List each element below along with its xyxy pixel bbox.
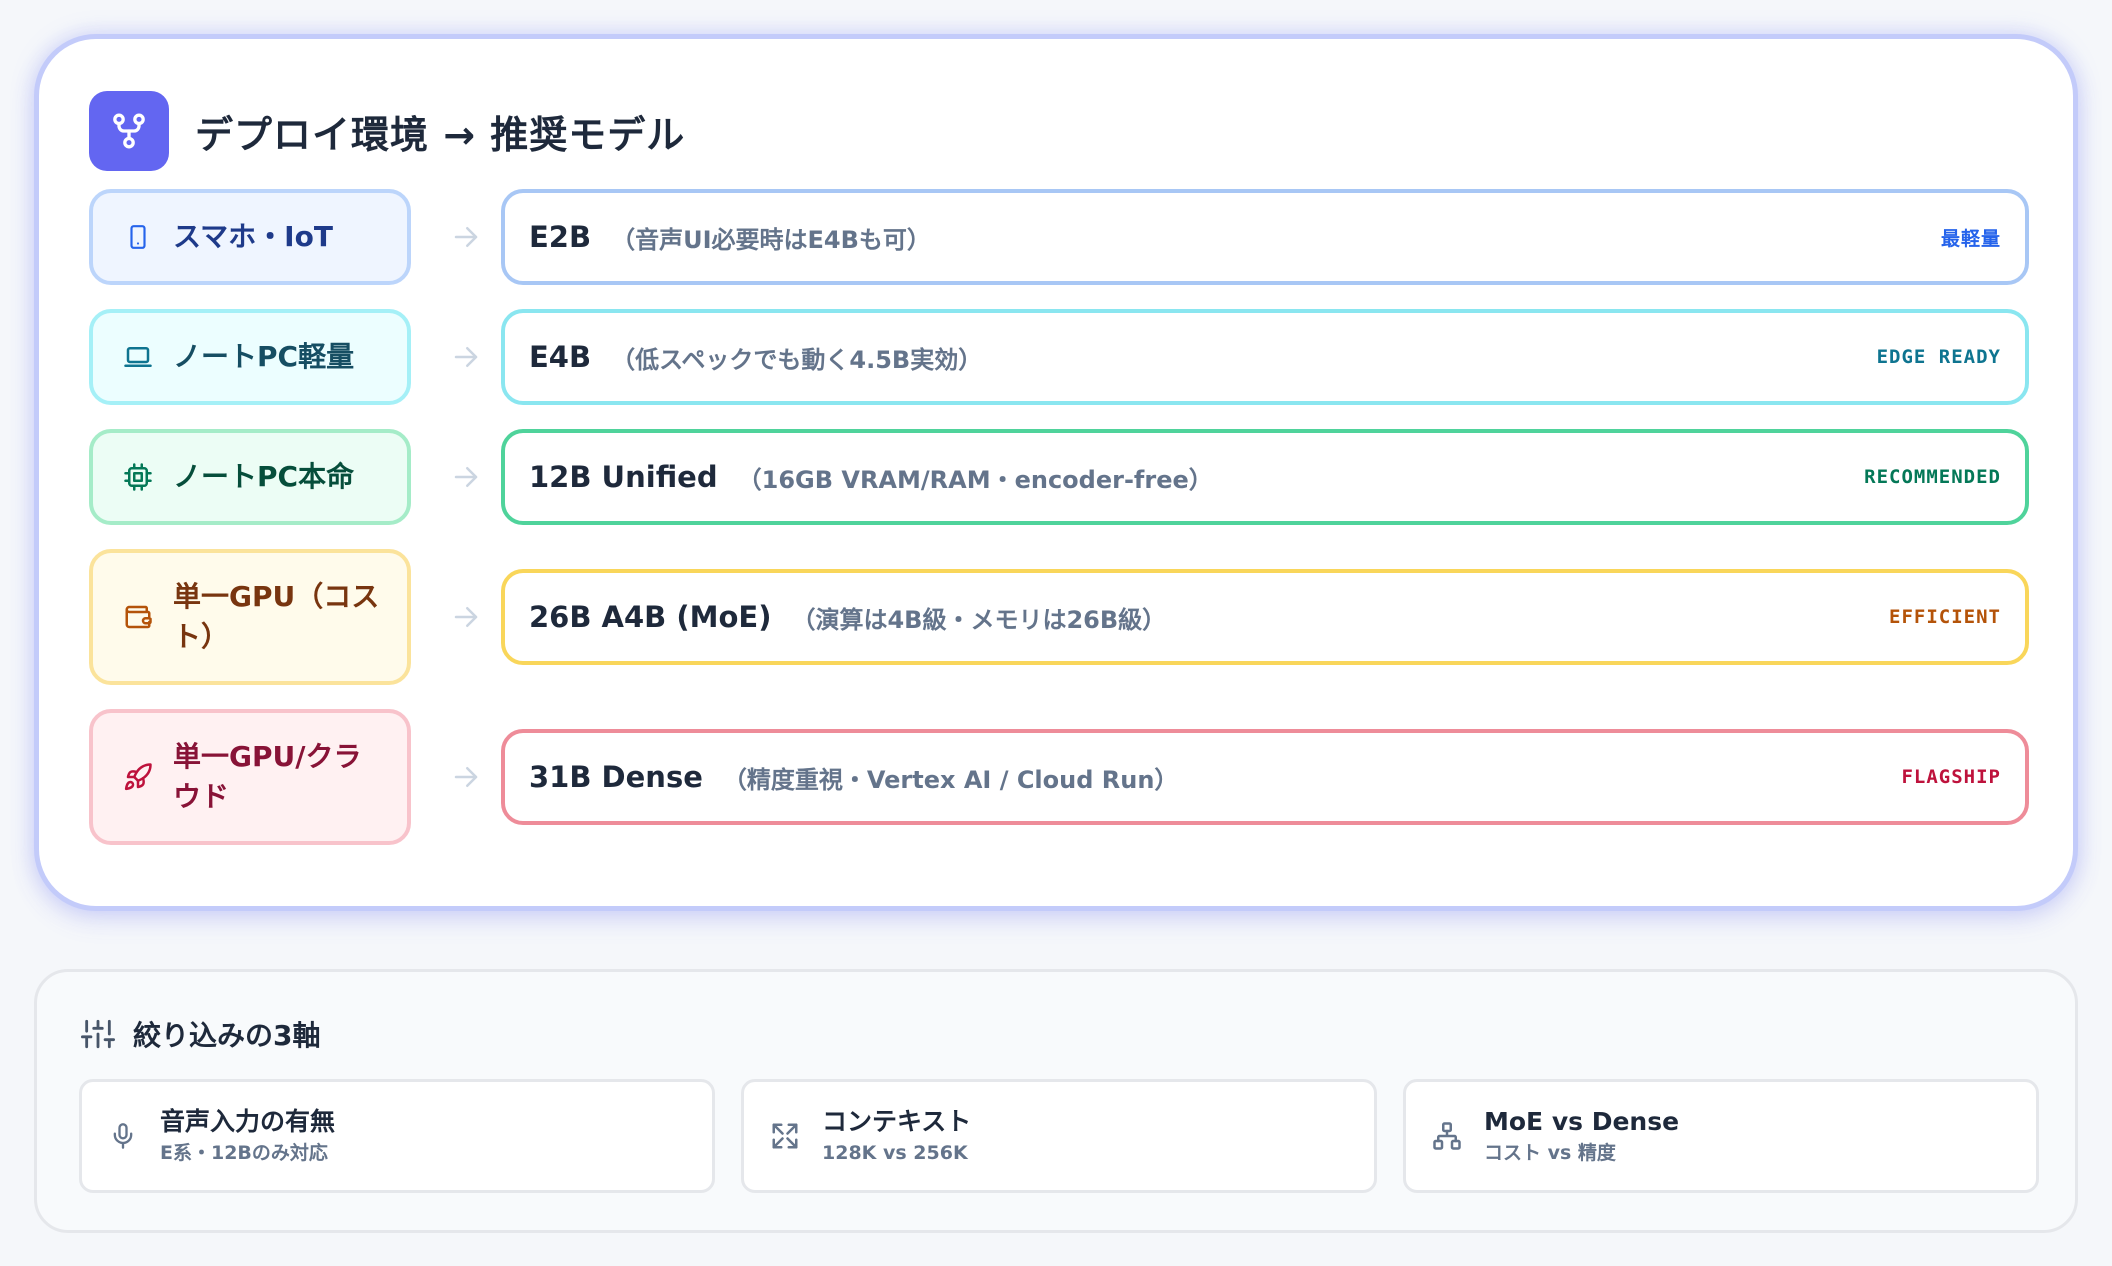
card-header: デプロイ環境 → 推奨モデル xyxy=(89,91,685,171)
axis-title: 音声入力の有無 xyxy=(160,1107,336,1136)
model-name: E2B xyxy=(529,220,592,254)
row-laptop-light: ノートPC軽量 E4B （低スペックでも動く4.5B実効） EDGE READY xyxy=(89,309,2029,405)
arrow-right-icon xyxy=(449,340,483,374)
axis-text: コンテキスト 128K vs 256K xyxy=(822,1105,971,1167)
model-badge: EDGE READY xyxy=(1876,346,2001,368)
model-note: （16GB VRAM/RAM・encoder-free） xyxy=(737,465,1213,494)
page-title: デプロイ環境 → 推奨モデル xyxy=(195,112,686,157)
arrow-right-icon xyxy=(449,760,483,794)
model-12b-unified[interactable]: 12B Unified （16GB VRAM/RAM・encoder-free）… xyxy=(501,429,2029,525)
model-badge: RECOMMENDED xyxy=(1864,466,2001,488)
env-label: 単一GPU（コスト） xyxy=(173,580,380,653)
axis-title: コンテキスト xyxy=(822,1107,972,1136)
model-note: （音声UI必要時はE4Bも可） xyxy=(611,225,931,254)
env-label: ノートPC軽量 xyxy=(173,340,355,373)
axis-title: MoE vs Dense xyxy=(1484,1107,1680,1136)
wallet-icon xyxy=(121,600,155,634)
env-single-gpu-cost: 単一GPU（コスト） xyxy=(89,549,411,685)
env-label: ノートPC本命 xyxy=(173,460,355,493)
model-26b-moe[interactable]: 26B A4B (MoE) （演算は4B級・メモリは26B級） EFFICIEN… xyxy=(501,569,2029,665)
env-laptop-light: ノートPC軽量 xyxy=(89,309,411,405)
env-smartphone: スマホ・IoT xyxy=(89,189,411,285)
cpu-icon xyxy=(121,460,155,494)
row-single-gpu-cloud: 単一GPU/クラウド 31B Dense （精度重視・Vertex AI / C… xyxy=(89,709,2029,845)
laptop-icon xyxy=(121,340,155,374)
sliders-icon xyxy=(81,1017,115,1051)
row-laptop-main: ノートPC本命 12B Unified （16GB VRAM/RAM・encod… xyxy=(89,429,2029,525)
axis-card-audio[interactable]: 音声入力の有無 E系・12Bのみ対応 xyxy=(79,1079,715,1193)
model-name: 31B Dense xyxy=(529,760,703,794)
model-e4b[interactable]: E4B （低スペックでも動く4.5B実効） EDGE READY xyxy=(501,309,2029,405)
env-label: 単一GPU/クラウド xyxy=(173,740,362,813)
axis-card-context[interactable]: コンテキスト 128K vs 256K xyxy=(741,1079,1377,1193)
network-icon xyxy=(1432,1120,1462,1152)
model-note: （低スペックでも動く4.5B実効） xyxy=(611,345,983,374)
env-label: スマホ・IoT xyxy=(173,220,333,253)
smartphone-icon xyxy=(121,220,155,254)
model-name: 12B Unified xyxy=(529,460,718,494)
env-single-gpu-cloud: 単一GPU/クラウド xyxy=(89,709,411,845)
filter-header: 絞り込みの3軸 xyxy=(81,1014,320,1054)
model-note: （精度重視・Vertex AI / Cloud Run） xyxy=(722,765,1179,794)
microphone-icon xyxy=(108,1120,138,1152)
row-smartphone: スマホ・IoT E2B （音声UI必要時はE4Bも可） 最軽量 xyxy=(89,189,2029,285)
expand-icon xyxy=(770,1120,800,1152)
model-31b-dense[interactable]: 31B Dense （精度重視・Vertex AI / Cloud Run） F… xyxy=(501,729,2029,825)
fork-icon xyxy=(89,91,169,171)
model-badge: 最軽量 xyxy=(1940,227,2001,250)
filter-title: 絞り込みの3軸 xyxy=(133,1019,321,1052)
model-name: E4B xyxy=(529,340,592,374)
deploy-card: デプロイ環境 → 推奨モデル スマホ・IoT E2B （音声UI必要時はE4Bも… xyxy=(34,34,2078,911)
rocket-icon xyxy=(121,760,155,794)
arrow-right-icon xyxy=(449,220,483,254)
filter-card: 絞り込みの3軸 音声入力の有無 E系・12Bのみ対応 コンテキスト 128K v… xyxy=(34,969,2078,1233)
axis-sub: 128K vs 256K xyxy=(822,1142,968,1164)
axis-text: MoE vs Dense コスト vs 精度 xyxy=(1484,1105,1679,1167)
axis-sub: E系・12Bのみ対応 xyxy=(160,1142,328,1164)
axis-card-architecture[interactable]: MoE vs Dense コスト vs 精度 xyxy=(1403,1079,2039,1193)
row-single-gpu-cost: 単一GPU（コスト） 26B A4B (MoE) （演算は4B級・メモリは26B… xyxy=(89,549,2029,685)
axis-text: 音声入力の有無 E系・12Bのみ対応 xyxy=(160,1105,335,1167)
arrow-right-icon xyxy=(449,460,483,494)
model-note: （演算は4B級・メモリは26B級） xyxy=(791,605,1167,634)
model-e2b[interactable]: E2B （音声UI必要時はE4Bも可） 最軽量 xyxy=(501,189,2029,285)
env-laptop-main: ノートPC本命 xyxy=(89,429,411,525)
model-name: 26B A4B (MoE) xyxy=(529,600,772,634)
model-badge: EFFICIENT xyxy=(1889,606,2001,628)
axis-sub: コスト vs 精度 xyxy=(1484,1142,1616,1164)
model-badge: FLAGSHIP xyxy=(1901,766,2001,788)
arrow-right-icon xyxy=(449,600,483,634)
